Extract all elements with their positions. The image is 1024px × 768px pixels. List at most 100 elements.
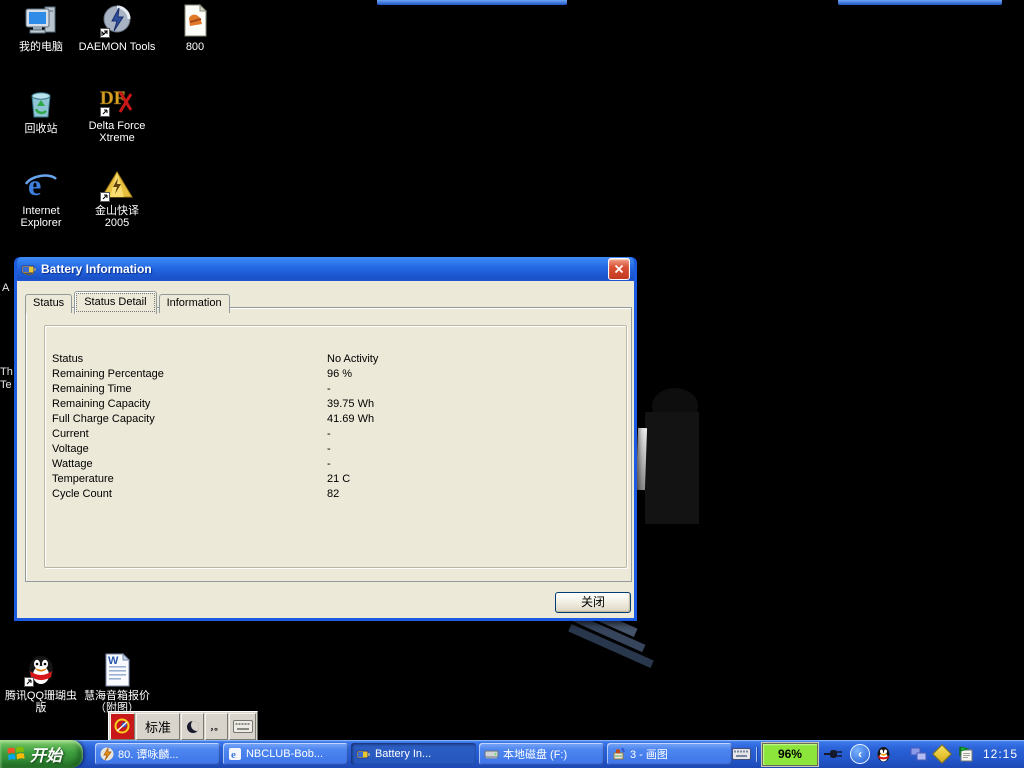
background-window-edge <box>377 0 567 5</box>
desktop-icon-800[interactable]: 800 <box>154 3 236 53</box>
svg-text:e: e <box>231 749 236 761</box>
qq-tray-icon[interactable] <box>875 746 892 763</box>
ime-soft-keyboard-icon[interactable] <box>229 713 256 740</box>
tab-status[interactable]: Status <box>25 294 72 313</box>
ime-punctuation-button[interactable]: ，。 <box>205 713 228 740</box>
shortcut-arrow-icon <box>100 28 110 38</box>
covered-icon-label-fragment: Te <box>0 379 12 391</box>
desktop-icon-internet-explorer[interactable]: e Internet Explorer <box>0 167 82 229</box>
close-icon[interactable] <box>608 258 630 280</box>
covered-icon-label-fragment: Th <box>0 366 13 378</box>
detail-label: Remaining Time <box>52 383 327 398</box>
battery-percent: 96% <box>778 747 802 761</box>
detail-row: Remaining Capacity39.75 Wh <box>52 398 626 413</box>
clock[interactable]: 12:15 <box>983 747 1018 761</box>
ime-fullwidth-moon-icon[interactable] <box>181 713 204 740</box>
desktop-icon-word-doc[interactable]: W 慧海音箱报价 （附图） <box>76 652 158 714</box>
tray-separator <box>756 747 757 762</box>
detail-label: Full Charge Capacity <box>52 413 327 428</box>
task-button-winamp[interactable]: 80. 谭咏麟... <box>95 743 220 765</box>
start-button[interactable]: 开始 <box>0 740 83 768</box>
svg-text:W: W <box>108 655 119 667</box>
task-button-local-disk-f[interactable]: 本地磁盘 (F:) <box>479 743 604 765</box>
internet-explorer-icon: e <box>228 747 242 761</box>
dialog-title: Battery Information <box>41 262 152 276</box>
delta-force-icon: DF <box>99 82 135 118</box>
dialog-body: Status Status Detail Information StatusN… <box>17 281 634 618</box>
system-tray: 96% ‹ 12:15 <box>732 740 1024 768</box>
taskbar-tasks: 80. 谭咏麟... e NBCLUB-Bob... Battery In...… <box>95 743 732 765</box>
detail-row: Full Charge Capacity41.69 Wh <box>52 413 626 428</box>
svg-text:e: e <box>28 169 41 202</box>
desktop-icon-recycle-bin[interactable]: 回收站 <box>0 85 82 135</box>
task-button-paint[interactable]: 3 - 画图 <box>607 743 732 765</box>
detail-row: StatusNo Activity <box>52 353 626 368</box>
kingsoft-fasttrans-icon <box>99 167 135 203</box>
tab-strip: Status Status Detail Information <box>25 291 232 313</box>
qq-penguin-icon <box>23 652 59 688</box>
internet-explorer-icon: e <box>23 167 59 203</box>
battery-meter-widget[interactable]: 96% <box>762 743 818 766</box>
task-label: Battery In... <box>375 748 431 760</box>
detail-value: 41.69 Wh <box>327 413 374 428</box>
detail-label: Wattage <box>52 458 327 473</box>
input-keyboard-icon[interactable] <box>732 748 751 760</box>
document-icon <box>177 3 213 39</box>
detail-value: 21 C <box>327 473 350 488</box>
paint-icon <box>612 747 626 761</box>
flag-page-tray-icon[interactable] <box>957 746 974 762</box>
ime-language-bar: 标准 ，。 <box>108 711 258 742</box>
task-label: 本地磁盘 (F:) <box>503 746 567 762</box>
background-window-edge <box>838 0 1002 5</box>
recycle-bin-icon <box>23 85 59 121</box>
winamp-icon <box>100 747 114 761</box>
detail-label: Temperature <box>52 473 327 488</box>
task-button-nbclub[interactable]: e NBCLUB-Bob... <box>223 743 348 765</box>
covered-icon-label-fragment: A <box>2 282 9 294</box>
disk-drive-icon <box>484 747 499 761</box>
desktop-icon-label: DAEMON Tools <box>76 41 158 53</box>
daemon-tools-icon <box>99 3 135 39</box>
desktop: { "desktop": { "icons": [ {"label": "我的电… <box>0 0 1024 768</box>
battery-icon <box>356 747 371 761</box>
desktop-icon-label: 我的电脑 <box>0 41 82 53</box>
my-computer-icon <box>23 3 59 39</box>
detail-label: Status <box>52 353 327 368</box>
ac-power-plug-icon[interactable] <box>823 747 845 761</box>
task-label: NBCLUB-Bob... <box>246 748 323 760</box>
detail-row: Voltage- <box>52 443 626 458</box>
detail-label: Remaining Percentage <box>52 368 327 383</box>
detail-row: Wattage- <box>52 458 626 473</box>
ime-mode-button[interactable]: 标准 <box>136 713 180 740</box>
daemon-tools-tray-icon[interactable] <box>932 744 952 764</box>
language-bar-collapse-icon[interactable]: ‹ <box>850 744 870 764</box>
task-label: 80. 谭咏麟... <box>118 746 179 762</box>
close-button[interactable]: 关闭 <box>555 592 631 613</box>
tab-information[interactable]: Information <box>159 294 230 313</box>
desktop-icon-label: 腾讯QQ珊瑚虫 版 <box>0 690 82 714</box>
detail-label: Remaining Capacity <box>52 398 327 413</box>
detail-label: Current <box>52 428 327 443</box>
desktop-icon-label: Internet Explorer <box>0 205 82 229</box>
task-button-battery-info[interactable]: Battery In... <box>351 743 476 765</box>
detail-row: Current- <box>52 428 626 443</box>
dialog-titlebar[interactable]: Battery Information <box>17 257 634 281</box>
ime-logo-icon[interactable] <box>110 713 135 740</box>
detail-value: 39.75 Wh <box>327 398 374 413</box>
ime-punctuation-label: ，。 <box>210 720 224 733</box>
tab-status-detail[interactable]: Status Detail <box>74 291 156 314</box>
desktop-icon-label: 金山快译 2005 <box>76 205 158 229</box>
desktop-icon-kingsoft-fasttrans[interactable]: 金山快译 2005 <box>76 167 158 229</box>
desktop-icon-daemon-tools[interactable]: DAEMON Tools <box>76 3 158 53</box>
ime-mode-label: 标准 <box>145 717 171 736</box>
detail-row: Temperature21 C <box>52 473 626 488</box>
desktop-icon-my-computer[interactable]: 我的电脑 <box>0 3 82 53</box>
shortcut-arrow-icon <box>100 107 110 117</box>
detail-value: - <box>327 458 331 473</box>
desktop-icon-label: Delta Force Xtreme <box>76 120 158 144</box>
task-label: 3 - 画图 <box>630 746 668 762</box>
network-tray-icon[interactable] <box>910 746 927 762</box>
desktop-icon-qq[interactable]: 腾讯QQ珊瑚虫 版 <box>0 652 82 714</box>
detail-value: - <box>327 443 331 458</box>
desktop-icon-delta-force[interactable]: DF Delta Force Xtreme <box>76 82 158 144</box>
